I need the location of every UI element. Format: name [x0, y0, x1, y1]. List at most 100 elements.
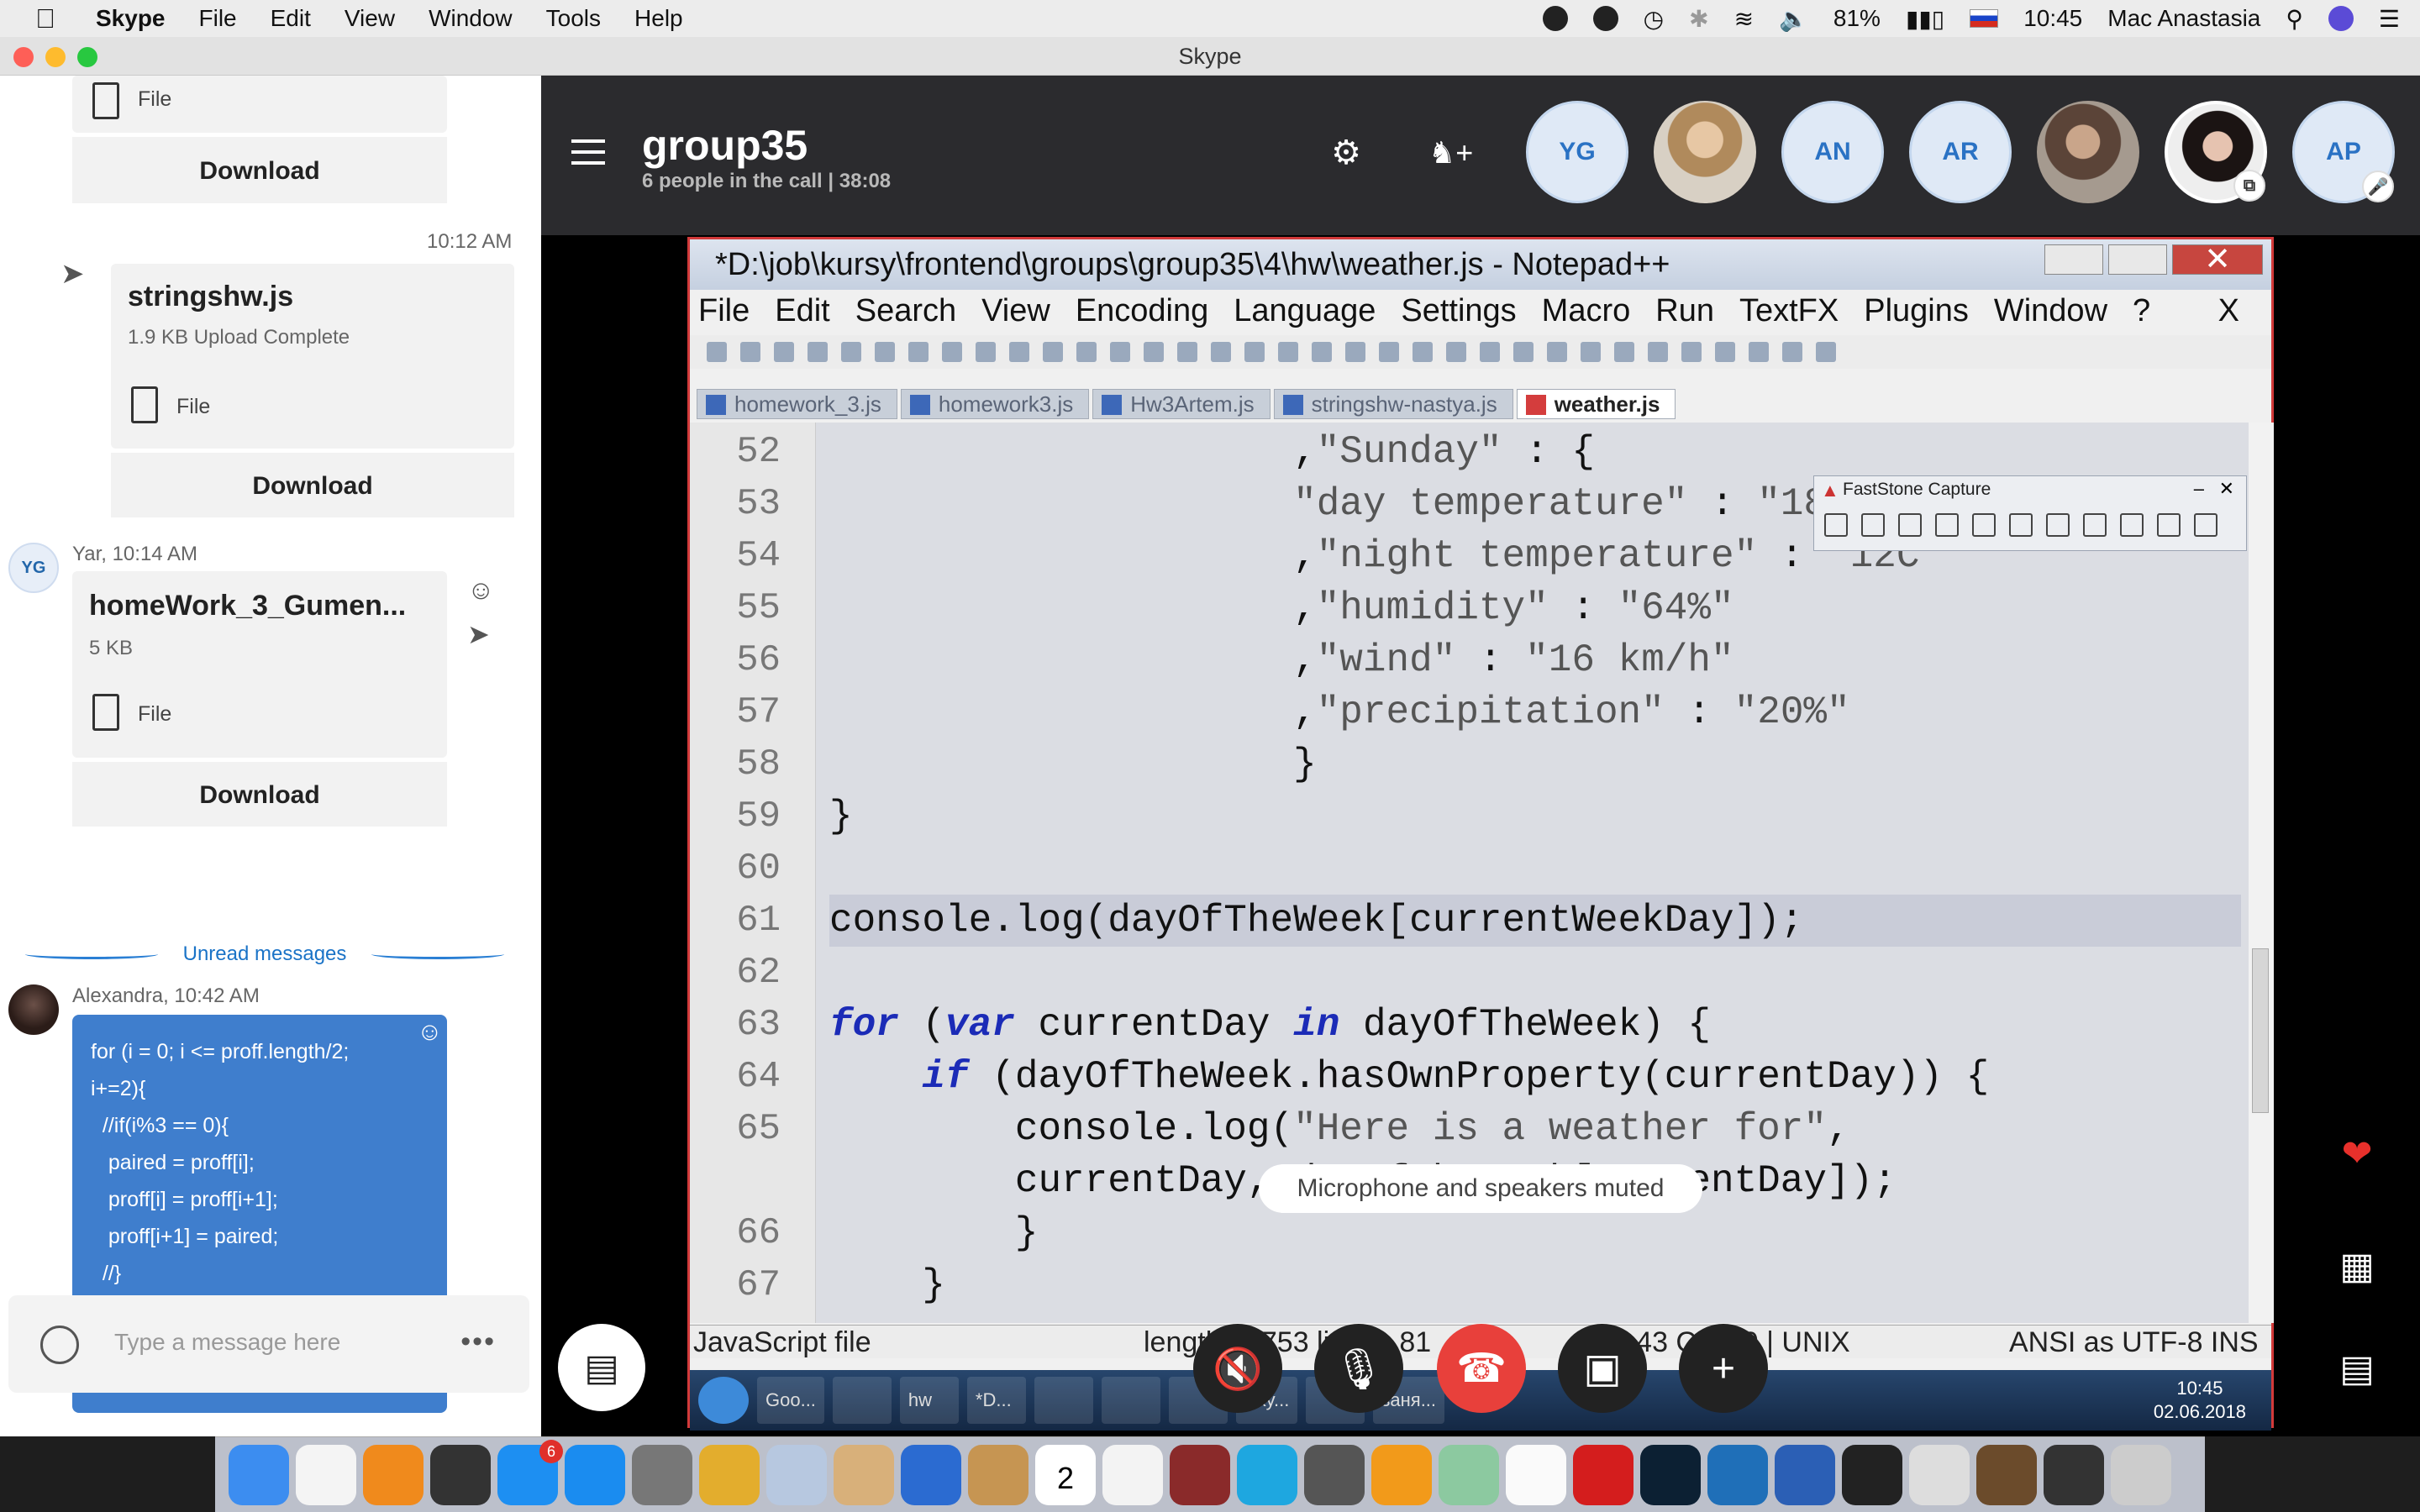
bluetooth-icon[interactable]: ✱: [1689, 5, 1708, 33]
capture-region-icon[interactable]: [1935, 513, 1959, 537]
plugin-icon[interactable]: [1816, 342, 1836, 362]
download-button[interactable]: Download: [111, 450, 514, 517]
doc-map-icon[interactable]: [1446, 342, 1466, 362]
chat-toggle-button[interactable]: ▤: [558, 1324, 645, 1411]
file-card[interactable]: stringshw.js 1.9 KB Upload Complete File: [111, 264, 514, 449]
apple-menu-icon[interactable]: : [20, 3, 71, 34]
snapshot-icon[interactable]: ▦: [2334, 1247, 2380, 1287]
contacts-icon[interactable]: [968, 1444, 1028, 1505]
code-line[interactable]: for (var currentDay in dayOfTheWeek) {: [829, 999, 1711, 1051]
message-input[interactable]: Type a message here: [114, 1329, 340, 1356]
file-card[interactable]: homeWork_3_Gumen... 5 KB File: [72, 571, 447, 758]
taskbar-item-ie[interactable]: Goo...: [757, 1377, 824, 1424]
npp-menu-macro[interactable]: Macro: [1542, 293, 1631, 329]
npp-close-button[interactable]: ✕: [2172, 244, 2263, 276]
siri-dock-icon[interactable]: [430, 1444, 491, 1505]
participant-avatar[interactable]: AN: [1781, 101, 1884, 203]
tab-homework3[interactable]: homework3.js: [900, 389, 1090, 419]
menu-view[interactable]: View: [345, 5, 395, 32]
close-window-button[interactable]: [13, 47, 34, 67]
faststone-minimize-icon[interactable]: –: [2194, 478, 2204, 500]
npp-menu-plugins[interactable]: Plugins: [1864, 293, 1969, 329]
npp-menu-file[interactable]: File: [698, 293, 750, 329]
image-icon[interactable]: [1976, 1444, 2037, 1505]
record-video-icon[interactable]: [2120, 513, 2144, 537]
npp-menu-run[interactable]: Run: [1655, 293, 1714, 329]
more-actions-button[interactable]: +: [1679, 1324, 1768, 1413]
react-icon[interactable]: ☺: [467, 575, 495, 606]
textedit-icon[interactable]: [296, 1444, 356, 1505]
sync-v-icon[interactable]: [1244, 342, 1265, 362]
window-icon[interactable]: [2044, 1444, 2104, 1505]
find-icon[interactable]: [1110, 342, 1130, 362]
run-macro-icon[interactable]: [1614, 342, 1634, 362]
mic-mute-button[interactable]: 🎙: [1314, 1324, 1403, 1413]
taskbar-photoshop-icon[interactable]: [1034, 1377, 1093, 1424]
system-preferences-icon[interactable]: [1304, 1444, 1365, 1505]
participant-avatar[interactable]: AR: [1909, 101, 2012, 203]
react-icon[interactable]: ☺: [417, 1018, 443, 1047]
capture-fixed-icon[interactable]: [2083, 513, 2107, 537]
all-chars-icon[interactable]: [1345, 342, 1365, 362]
download-button[interactable]: Download: [72, 134, 447, 203]
code-line[interactable]: }: [829, 1207, 1039, 1259]
capture-fullscreen-icon[interactable]: [2009, 513, 2033, 537]
save-macro-icon[interactable]: [1648, 342, 1668, 362]
zoom-out-icon[interactable]: [1211, 342, 1231, 362]
battery-icon[interactable]: ▮▮▯: [1906, 5, 1944, 33]
code-line[interactable]: ,"night temperature" : "12C": [829, 530, 1943, 582]
photos-icon[interactable]: [1506, 1444, 1566, 1505]
preview-icon[interactable]: [766, 1444, 827, 1505]
download-button[interactable]: Download: [72, 759, 447, 827]
zoom-in-icon[interactable]: [1177, 342, 1197, 362]
save-all-icon[interactable]: [808, 342, 828, 362]
battery-percent[interactable]: 81%: [1833, 5, 1881, 32]
save-icon[interactable]: [774, 342, 794, 362]
avatar[interactable]: YG: [8, 543, 59, 593]
open-icon[interactable]: [1824, 513, 1848, 537]
vertical-scrollbar[interactable]: [2249, 423, 2274, 1323]
npp-close-doc-x[interactable]: X: [2218, 293, 2239, 329]
npp-menu-help[interactable]: ?: [2133, 293, 2150, 329]
document-icon[interactable]: [1909, 1444, 1970, 1505]
settings-icon[interactable]: [2194, 513, 2217, 537]
code-line[interactable]: }: [829, 738, 1317, 790]
hang-up-button[interactable]: ☎: [1437, 1324, 1526, 1413]
forward-icon[interactable]: ➤: [467, 618, 490, 650]
thunderbird-icon[interactable]: [901, 1444, 961, 1505]
faststone-close-icon[interactable]: ✕: [2219, 478, 2234, 500]
tab-hw3artem[interactable]: Hw3Artem.js: [1092, 389, 1270, 419]
time-machine-icon[interactable]: ◷: [1644, 5, 1664, 33]
capture-scrolling-icon[interactable]: [2046, 513, 2070, 537]
copy-icon[interactable]: [976, 342, 996, 362]
paste-icon[interactable]: [1009, 342, 1029, 362]
redo-icon[interactable]: [1076, 342, 1097, 362]
vlc-icon[interactable]: [363, 1444, 424, 1505]
menu-tools[interactable]: Tools: [546, 5, 601, 32]
code-line[interactable]: }: [829, 1259, 945, 1311]
code-line[interactable]: ,"Sunday" : {: [829, 426, 1595, 478]
npp-menu-language[interactable]: Language: [1234, 293, 1376, 329]
code-line[interactable]: if (dayOfTheWeek.hasOwnProperty(currentD…: [829, 1051, 1989, 1103]
creative-cloud-tray-icon[interactable]: [1592, 6, 1618, 31]
code-line[interactable]: console.log(dayOfTheWeek[currentWeekDay]…: [829, 895, 2241, 947]
siri-icon[interactable]: [2328, 6, 2354, 31]
npp-maximize-button[interactable]: [2108, 244, 2167, 275]
arrow-up-icon[interactable]: [1715, 342, 1735, 362]
sublime-icon[interactable]: [1371, 1444, 1432, 1505]
output-icon[interactable]: [2157, 513, 2181, 537]
message-composer[interactable]: Type a message here •••: [8, 1295, 529, 1393]
speaker-mute-button[interactable]: 🔇: [1193, 1324, 1282, 1413]
capture-window-icon[interactable]: [1861, 513, 1885, 537]
safari-icon[interactable]: [565, 1444, 625, 1505]
participant-avatar[interactable]: AP 🎤: [2292, 101, 2395, 203]
npp-menu-settings[interactable]: Settings: [1401, 293, 1516, 329]
tab-stringshw-nastya[interactable]: stringshw-nastya.js: [1273, 389, 1513, 419]
chrome-icon[interactable]: [699, 1444, 760, 1505]
print-icon[interactable]: [908, 342, 929, 362]
file-card[interactable]: File: [72, 76, 447, 133]
code-line[interactable]: ,"wind" : "16 km/h": [829, 634, 1734, 686]
npp-menu-search[interactable]: Search: [855, 293, 956, 329]
npp-menu-window[interactable]: Window: [1994, 293, 2107, 329]
zoom-window-button[interactable]: [77, 47, 97, 67]
